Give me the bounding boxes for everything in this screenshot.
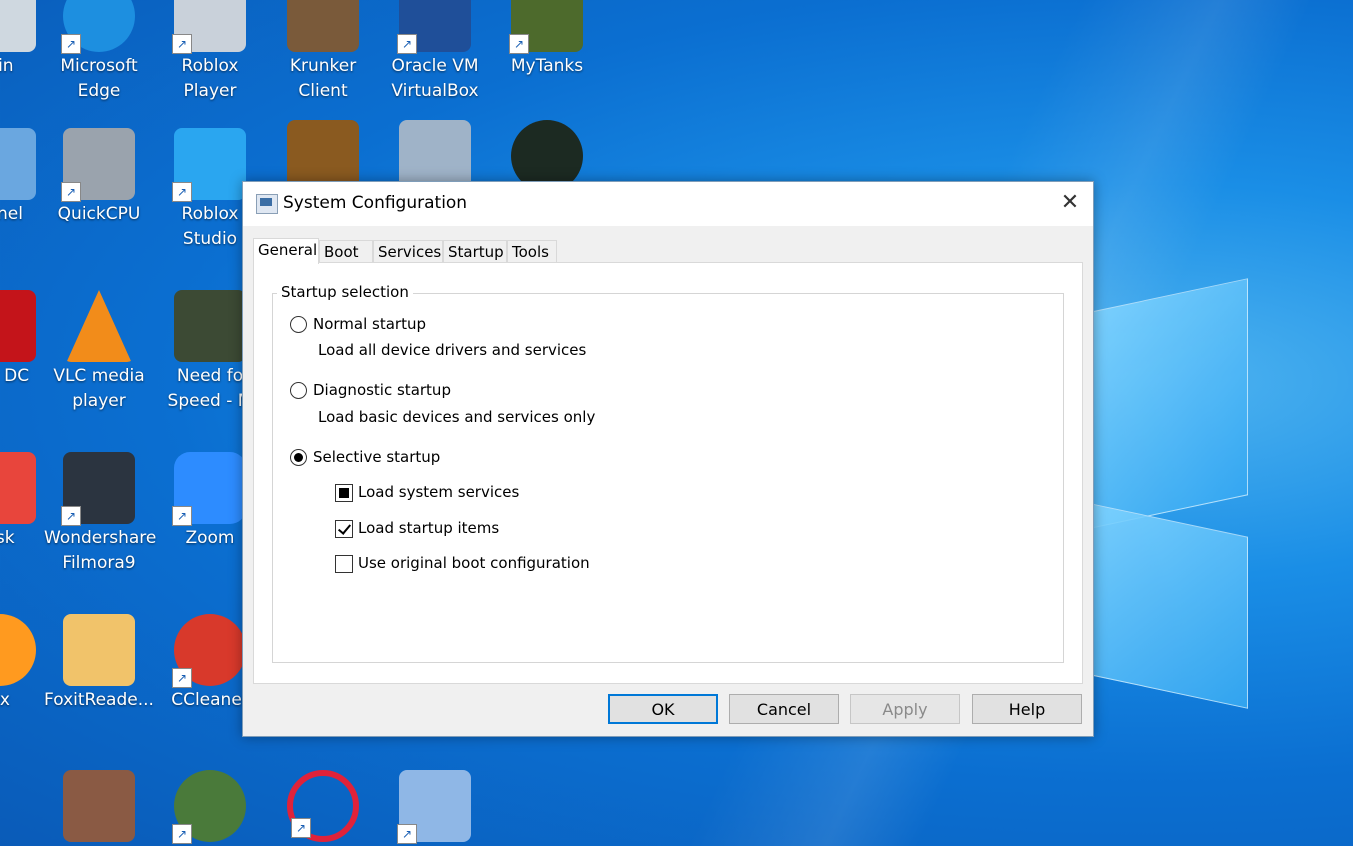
use-original-boot-label[interactable]: Use original boot configuration [358,554,590,572]
xbox-shield-icon: ↗ [172,770,246,844]
diagnostic-startup-desc: Load basic devices and services only [318,408,596,426]
acrobat-icon [0,290,36,362]
msconfig-icon [256,194,278,214]
load-system-services-checkbox[interactable] [335,484,353,502]
ok-button[interactable]: OK [608,694,718,724]
desktop-icon-opera[interactable]: ↗ [268,770,378,844]
tab-startup[interactable]: Startup [443,240,507,262]
selective-startup-radio[interactable] [290,449,307,466]
windows-logo-pane-bottom [1090,503,1248,709]
installer-box-icon [63,770,135,842]
foxit-folder-icon [63,614,135,686]
edge-icon: ↗ [61,0,135,54]
virtualbox-icon: ↗ [397,0,471,54]
roblox-studio-icon: ↗ [172,128,246,202]
vlc-cone-icon [66,290,132,362]
desktop-icon-virtualbox[interactable]: ↗ Oracle VM VirtualBox [380,0,490,104]
nfs-mw-icon [174,290,246,362]
windows-logo-pane-top [1090,278,1248,529]
quickcpu-icon: ↗ [61,128,135,202]
krunker-icon [287,0,359,52]
load-startup-items-label[interactable]: Load startup items [358,519,499,537]
desktop-icon-roblox-player[interactable]: ↗ Roblox Player [155,0,265,104]
diagnostic-startup-label[interactable]: Diagnostic startup [313,381,451,399]
normal-startup-label[interactable]: Normal startup [313,315,426,333]
cancel-button[interactable]: Cancel [729,694,839,724]
load-system-services-label[interactable]: Load system services [358,483,519,501]
use-original-boot-checkbox[interactable] [335,555,353,573]
desktop-icon-network[interactable]: ↗ [380,770,490,844]
selective-startup-label[interactable]: Selective startup [313,448,440,466]
ccleaner-icon: ↗ [172,614,246,688]
normal-startup-radio[interactable] [290,316,307,333]
desktop-icon-edge[interactable]: ↗ Microsoft Edge [44,0,154,104]
desktop-icon-filmora[interactable]: ↗ Wondershare Filmora9 [44,452,156,576]
system-configuration-dialog: System Configuration ✕ General Boot Serv… [242,181,1094,737]
desktop-icon-installer[interactable] [44,770,154,844]
load-startup-items-checkbox[interactable] [335,520,353,538]
desktop-icon-krunker[interactable]: Krunker Client [268,0,378,104]
normal-startup-desc: Load all device drivers and services [318,341,587,359]
desktop-icon-vlc[interactable]: VLC media player [44,290,154,414]
help-button[interactable]: Help [972,694,1082,724]
group-label: Startup selection [277,283,413,301]
firefox-icon [0,614,36,686]
apply-button[interactable]: Apply [850,694,960,724]
desktop-icon-xbox-shield[interactable]: ↗ [155,770,265,844]
desktop-icon-foxit[interactable]: FoxitReade... [44,614,154,713]
opera-icon: ↗ [287,770,359,842]
tab-general[interactable]: General [253,238,319,264]
title-bar[interactable]: System Configuration ✕ [243,182,1093,226]
mytanks-icon: ↗ [509,0,583,54]
close-button[interactable]: ✕ [1053,188,1087,220]
tab-tools[interactable]: Tools [507,240,557,262]
tab-boot[interactable]: Boot [319,240,373,262]
desktop-icon-quickcpu[interactable]: ↗ QuickCPU [44,128,154,227]
diagnostic-startup-radio[interactable] [290,382,307,399]
tab-services[interactable]: Services [373,240,443,262]
network-computer-icon: ↗ [397,770,471,844]
general-tab-panel: Startup selection Normal startup Load al… [253,262,1083,684]
filmora-icon: ↗ [61,452,135,526]
control-panel-icon [0,128,36,200]
dialog-title: System Configuration [283,193,468,213]
anydesk-icon [0,452,36,524]
startup-selection-group: Startup selection Normal startup Load al… [272,283,1064,663]
recycle-bin-icon [0,0,36,52]
zoom-camera-icon: ↗ [172,452,246,526]
desktop-icon-mytanks[interactable]: ↗ MyTanks [492,0,602,79]
roblox-player-icon: ↗ [172,0,246,54]
